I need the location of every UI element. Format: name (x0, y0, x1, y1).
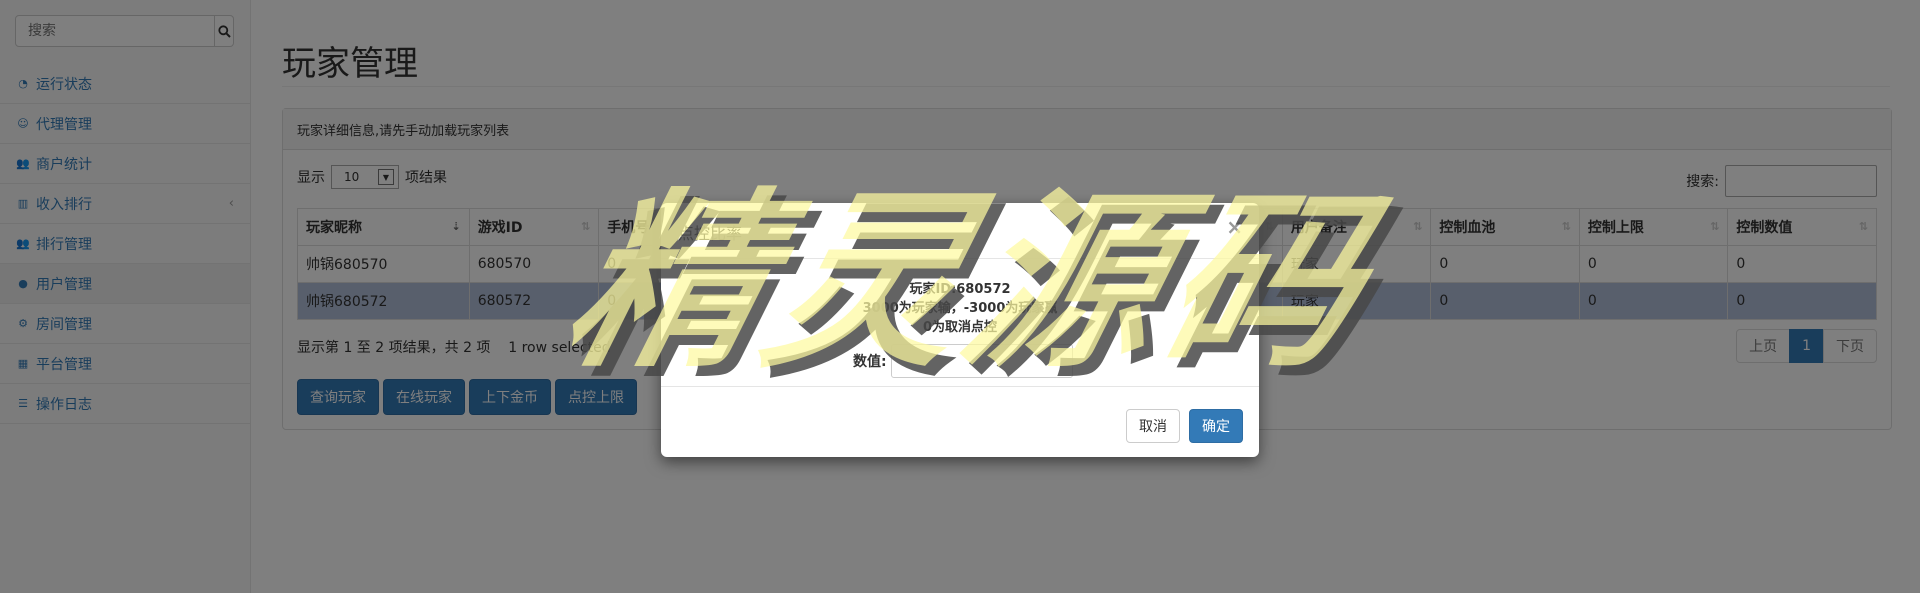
modal-title: 点控比率 (678, 224, 743, 243)
confirm-button[interactable]: 确定 (1189, 409, 1243, 443)
cancel-description: 0为取消点控 (922, 320, 998, 335)
value-label: 数值: (853, 354, 887, 370)
modal-header: 点控比率 × (661, 203, 1259, 259)
value-input[interactable] (891, 344, 1073, 378)
modal-body: 玩家ID:680572 3000为玩家输，-3000为玩家赢 0为取消点控 数值… (661, 259, 1259, 387)
cancel-button[interactable]: 取消 (1126, 409, 1180, 443)
close-icon[interactable]: × (1226, 215, 1243, 239)
ratio-description: 3000为玩家输，-3000为玩家赢 (862, 301, 1058, 316)
control-ratio-modal: 点控比率 × 玩家ID:680572 3000为玩家输，-3000为玩家赢 0为… (661, 203, 1259, 457)
player-id-text: 玩家ID:680572 (909, 282, 1011, 297)
